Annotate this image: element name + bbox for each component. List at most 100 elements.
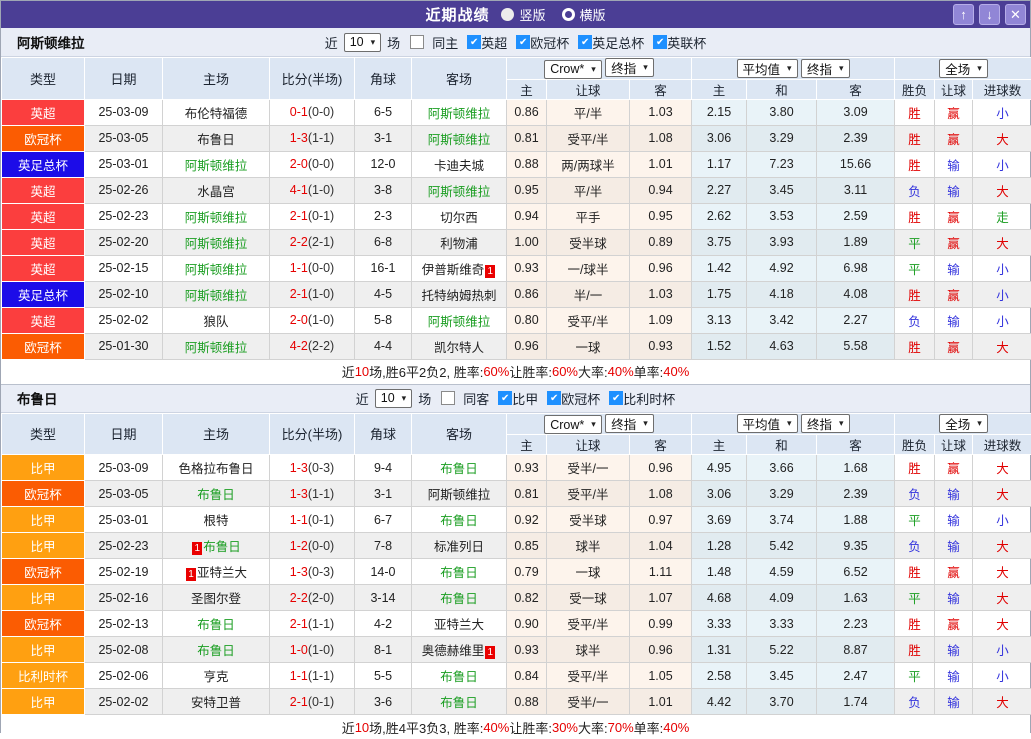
avg-draw: 7.23 [747,151,817,177]
halftime-score: (1-1) [308,131,334,145]
close-icon: ✕ [1010,7,1021,23]
check-icon: ✔ [501,393,509,404]
team-name-text: 狼队 [203,315,228,329]
score-cell: 1-3(0-3) [270,559,355,585]
average-select[interactable]: 平均值▾ [737,414,798,433]
home-team-cell: 水晶宫 [163,177,270,203]
close-button[interactable]: ✕ [1005,4,1026,25]
result-outcome: 胜 [895,125,935,151]
average-select[interactable]: 平均值▾ [737,59,798,78]
summary-text: 近 [342,362,355,381]
match-count-select[interactable]: 10▾ [344,33,381,52]
league-badge: 英超 [2,307,85,333]
sub-column-header: 让球 [935,79,973,99]
average-stage-select[interactable]: 终指▾ [801,414,850,433]
league-checkbox[interactable]: ✔ [653,35,667,49]
move-up-button[interactable]: ↑ [953,4,974,25]
scope-select[interactable]: 全场▾ [939,414,988,433]
match-row: 比甲25-03-09色格拉布鲁日1-3(0-3)9-4布鲁日0.93受半/一0.… [2,455,1031,481]
date-cell: 25-02-15 [85,255,163,281]
result-outcome: 胜 [895,333,935,359]
layout-radio-vertical[interactable]: 竖版 [501,5,545,24]
league-checkbox[interactable]: ✔ [516,35,530,49]
odds-handicap: 平手 [547,203,630,229]
summary-text: 让胜率: [509,718,552,737]
layout-radio-horizontal[interactable]: 横版 [562,5,606,24]
sub-column-header: 进球数 [973,79,1031,99]
halftime-score: (0-1) [308,695,334,709]
match-count-select[interactable]: 10▾ [375,389,412,408]
sub-column-header: 客 [630,79,692,99]
odds-handicap: 平/半 [547,99,630,125]
avg-draw: 4.18 [747,281,817,307]
column-header: 日期 [85,58,163,100]
fulltime-score: 1-1 [290,261,308,275]
odds-stage-select[interactable]: 终指▾ [605,58,654,77]
league-checkbox[interactable]: ✔ [467,35,481,49]
match-row: 比甲25-03-01根特1-1(0-1)6-7布鲁日0.92受半球0.973.6… [2,507,1031,533]
team-name-text: 阿斯顿维拉 [185,211,248,225]
chevron-down-icon: ▾ [591,419,596,430]
league-checkbox[interactable]: ✔ [578,35,592,49]
halftime-score: (0-3) [308,565,334,579]
home-team-cell: 根特 [163,507,270,533]
odds-company-select[interactable]: Crow*▾ [544,60,602,79]
odds-home: 0.93 [507,255,547,281]
team-name-text: 凯尔特人 [434,341,484,355]
odds-stage-select[interactable]: 终指▾ [605,414,654,433]
move-down-button[interactable]: ↓ [979,4,1000,25]
odds-away: 0.96 [630,637,692,663]
date-cell: 25-02-16 [85,585,163,611]
away-team-cell: 阿斯顿维拉 [412,99,507,125]
away-team-cell: 凯尔特人 [412,333,507,359]
league-checkbox[interactable]: ✔ [609,391,623,405]
avg-away: 5.58 [817,333,895,359]
date-cell: 25-03-05 [85,481,163,507]
league-checkbox-label: 英超 [481,33,507,52]
team-name-text: 伊普斯维奇 [422,263,485,277]
result-outcome: 平 [895,229,935,255]
away-team-cell: 亚特兰大 [412,611,507,637]
average-stage-select[interactable]: 终指▾ [801,59,850,78]
result-handicap: 输 [935,507,973,533]
red-card-icon: 1 [485,646,495,659]
scope-select[interactable]: 全场▾ [939,59,988,78]
chevron-down-icon: ▾ [839,63,844,74]
score-cell: 1-1(0-0) [270,255,355,281]
league-badge: 比甲 [2,585,85,611]
avg-away: 1.63 [817,585,895,611]
date-cell: 25-02-02 [85,689,163,715]
league-checkbox[interactable]: ✔ [498,391,512,405]
same-venue-checkbox[interactable] [441,391,455,405]
away-team-cell: 伊普斯维奇1 [412,255,507,281]
result-goals: 小 [973,99,1031,125]
fulltime-score: 4-1 [290,183,308,197]
corner-cell: 3-1 [355,125,412,151]
scope-select-value: 全场 [945,414,970,433]
result-outcome: 负 [895,533,935,559]
league-checkbox[interactable]: ✔ [547,391,561,405]
avg-home: 4.68 [692,585,747,611]
radio-label: 竖版 [519,5,545,24]
score-cell: 2-2(2-0) [270,585,355,611]
same-venue-checkbox[interactable] [410,35,424,49]
avg-draw: 3.93 [747,229,817,255]
result-handicap: 输 [935,663,973,689]
odds-stage-select-value: 终指 [611,58,636,77]
fulltime-score: 2-1 [290,287,308,301]
date-cell: 25-02-23 [85,533,163,559]
sub-column-header: 胜负 [895,79,935,99]
avg-draw: 3.29 [747,125,817,151]
halftime-score: (2-2) [308,339,334,353]
league-badge: 英超 [2,229,85,255]
average-odds-header: 平均值▾ 终指▾ [692,58,895,80]
odds-away: 1.08 [630,481,692,507]
odds-company-select[interactable]: Crow*▾ [544,415,602,434]
result-handicap: 输 [935,307,973,333]
away-team-cell: 托特纳姆热刺 [412,281,507,307]
result-handicap: 赢 [935,455,973,481]
avg-draw: 3.53 [747,203,817,229]
league-badge: 欧冠杯 [2,125,85,151]
check-icon: ✔ [470,37,478,48]
avg-away: 2.39 [817,481,895,507]
